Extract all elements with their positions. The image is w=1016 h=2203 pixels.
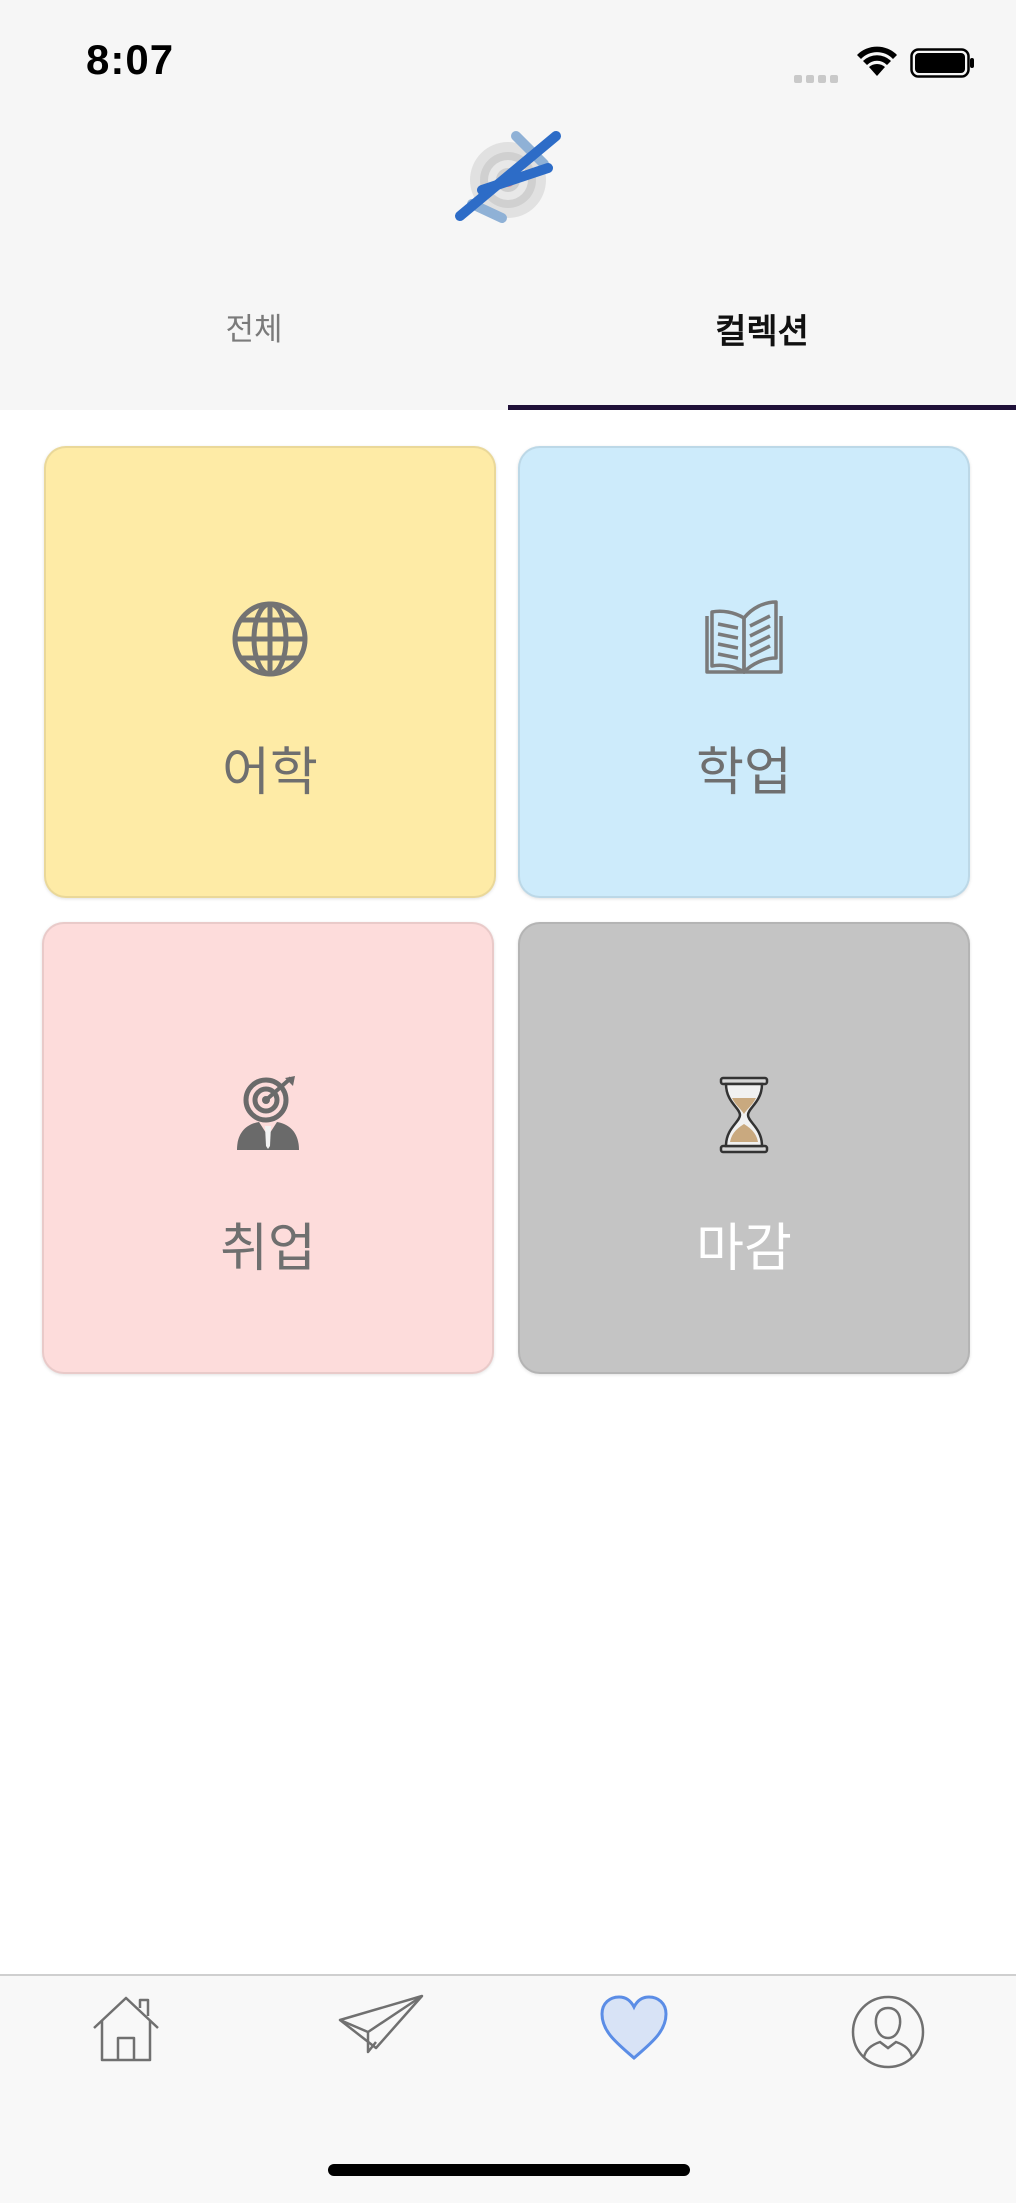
tab-all-label: 전체 <box>225 312 283 348</box>
tab-all[interactable]: 전체 <box>0 282 508 410</box>
tab-collection-label: 컬렉션 <box>715 312 809 352</box>
category-label: 어학 <box>222 743 318 803</box>
home-indicator <box>328 2164 690 2176</box>
open-book-icon <box>705 600 783 674</box>
category-card-deadline[interactable]: 마감 <box>518 922 970 1374</box>
status-time: 8:07 <box>86 36 175 83</box>
globe-icon <box>232 601 308 677</box>
category-card-employment[interactable]: 취업 <box>42 922 494 1374</box>
category-label: 취업 <box>220 1219 316 1279</box>
category-card-language[interactable]: 어학 <box>44 446 496 898</box>
app-logo <box>455 131 561 223</box>
category-label: 마감 <box>696 1219 792 1279</box>
category-label: 학업 <box>696 743 792 803</box>
businessman-target-icon <box>237 1076 299 1150</box>
tab-selected-indicator <box>508 405 1016 410</box>
status-bar: 8:07 <box>0 0 1016 120</box>
profile-icon[interactable] <box>850 1994 926 2070</box>
wifi-icon <box>857 46 897 76</box>
tab-collection[interactable]: 컬렉션 <box>508 282 1016 410</box>
segment-tabs: 전체 컬렉션 <box>0 282 1016 410</box>
hourglass-icon <box>719 1076 769 1154</box>
cellular-signal-icon <box>794 68 842 87</box>
battery-icon <box>910 48 974 78</box>
category-card-academics[interactable]: 학업 <box>518 446 970 898</box>
paper-plane-icon[interactable] <box>338 1994 424 2056</box>
heart-icon[interactable] <box>598 1994 670 2062</box>
home-icon[interactable] <box>90 1994 162 2064</box>
